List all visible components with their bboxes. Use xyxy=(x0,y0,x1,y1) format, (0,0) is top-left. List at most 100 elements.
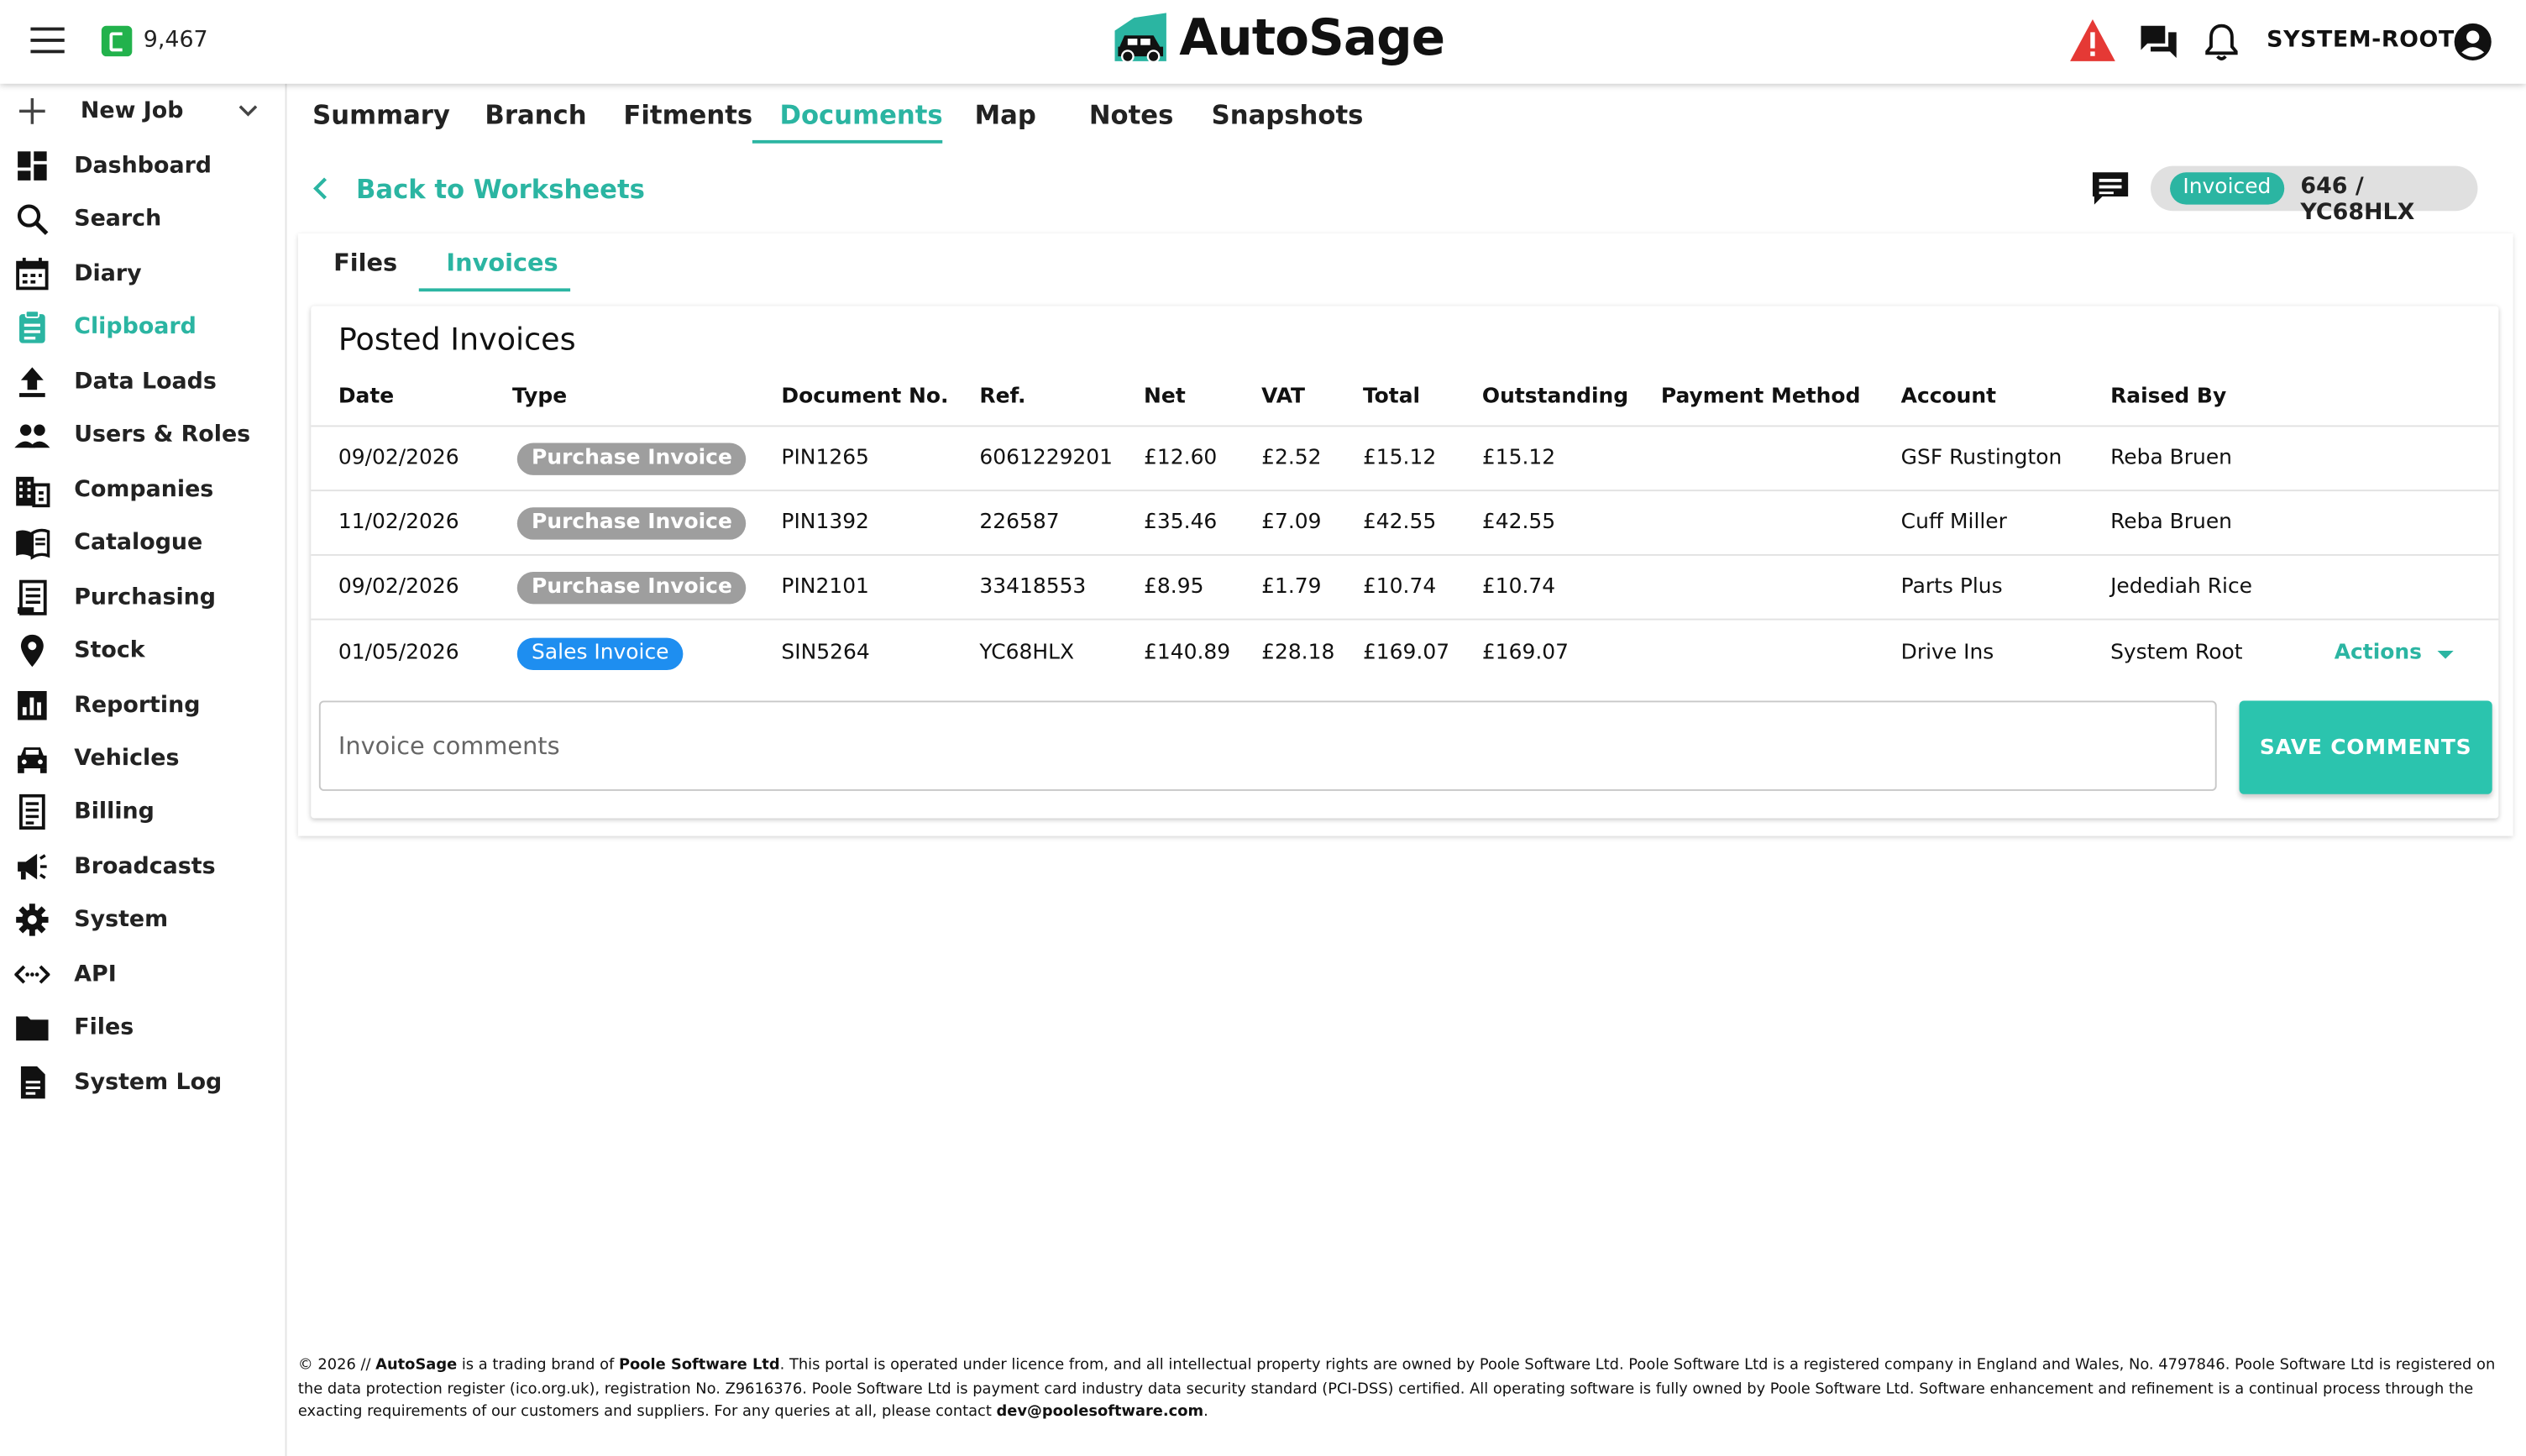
sidebar-item-purchasing[interactable]: Purchasing xyxy=(0,573,286,622)
actions-menu-button[interactable]: Actions xyxy=(2335,642,2422,666)
status-badge: Invoiced xyxy=(2170,172,2284,205)
footer-legal-text: © 2026 // AutoSage is a trading brand of… xyxy=(298,1354,2513,1425)
tab-map[interactable]: Map xyxy=(975,100,1036,130)
table-row[interactable]: 09/02/2026 Purchase Invoice PIN1265 6061… xyxy=(311,425,2499,491)
sidebar-item-users-roles[interactable]: Users & Roles xyxy=(0,411,286,459)
sidebar-item-files[interactable]: Files xyxy=(0,1003,286,1052)
cell-net: £8.95 xyxy=(1144,574,1204,600)
table-row[interactable]: 11/02/2026 Purchase Invoice PIN1392 2265… xyxy=(311,490,2499,556)
cell-date: 01/05/2026 xyxy=(338,641,459,666)
cell-vat: £1.79 xyxy=(1261,574,1322,600)
cell-ref: YC68HLX xyxy=(979,641,1075,666)
save-comments-button[interactable]: SAVE COMMENTS xyxy=(2239,700,2492,794)
brand-logo[interactable]: AutoSage xyxy=(1112,7,1445,71)
column-header-document-no: Document No. xyxy=(781,385,949,410)
user-menu-label[interactable]: SYSTEM-ROOT xyxy=(2267,28,2455,54)
sidebar-item-label: Broadcasts xyxy=(74,853,216,880)
footer-copyright: © 2026 // xyxy=(297,1356,376,1375)
sidebar-item-catalogue[interactable]: Catalogue xyxy=(0,519,286,568)
sidebar-item-label: Catalogue xyxy=(74,530,203,556)
table-row[interactable]: 01/05/2026 Sales Invoice SIN5264 YC68HLX… xyxy=(311,618,2499,687)
sidebar-item-clipboard[interactable]: Clipboard xyxy=(0,303,286,352)
sidebar-item-label: Dashboard xyxy=(74,153,212,179)
cell-account: Drive Ins xyxy=(1900,641,1994,666)
cell-date: 11/02/2026 xyxy=(338,511,459,535)
tab-documents[interactable]: Documents xyxy=(779,100,942,130)
footer-contact-email[interactable]: dev@poolesoftware.com xyxy=(997,1403,1204,1421)
new-job-button[interactable]: New Job xyxy=(0,87,286,136)
cell-outstanding: £15.12 xyxy=(1481,446,1556,471)
cell-total: £10.74 xyxy=(1362,574,1437,600)
sidebar-item-system[interactable]: System xyxy=(0,896,286,945)
column-header-raised-by: Raised By xyxy=(2110,385,2227,410)
cell-document-no: PIN1265 xyxy=(781,446,869,471)
footer-text: . xyxy=(1203,1403,1208,1422)
sidebar-item-api[interactable]: API xyxy=(0,951,286,999)
cell-total: £169.07 xyxy=(1362,641,1450,666)
sidebar-item-stock[interactable]: Stock xyxy=(0,626,286,675)
sidebar-item-data-loads[interactable]: Data Loads xyxy=(0,358,286,406)
tab-snapshots[interactable]: Snapshots xyxy=(1212,100,1364,130)
menu-icon[interactable] xyxy=(30,27,65,57)
caret-down-icon[interactable] xyxy=(2437,651,2454,659)
billing-icon xyxy=(19,793,45,830)
cell-date: 09/02/2026 xyxy=(338,446,459,471)
tab-notes[interactable]: Notes xyxy=(1089,100,1174,130)
column-header-type: Type xyxy=(512,385,568,410)
cell-net: £12.60 xyxy=(1144,446,1218,471)
sidebar-item-search[interactable]: Search xyxy=(0,195,286,244)
document-icon xyxy=(20,1066,45,1099)
new-job-label: New Job xyxy=(80,98,184,124)
subtab-invoices[interactable]: Invoices xyxy=(446,248,558,277)
cell-ref: 226587 xyxy=(979,511,1060,535)
cell-outstanding: £42.55 xyxy=(1481,511,1556,535)
sidebar-item-billing[interactable]: Billing xyxy=(0,788,286,836)
sidebar-item-label: Purchasing xyxy=(74,584,217,611)
type-badge: Purchase Invoice xyxy=(516,507,747,540)
cell-document-no: PIN2101 xyxy=(781,574,869,600)
comment-icon[interactable] xyxy=(2089,169,2131,207)
sidebar-item-label: Search xyxy=(74,206,162,233)
cell-document-no: PIN1392 xyxy=(781,511,869,535)
sidebar-item-label: Stock xyxy=(74,637,145,664)
back-to-worksheets-link[interactable]: Back to Worksheets xyxy=(311,172,645,204)
messages-icon[interactable] xyxy=(2138,21,2180,63)
active-subtab-indicator xyxy=(418,288,571,292)
active-tab-indicator xyxy=(752,139,943,144)
type-badge: Purchase Invoice xyxy=(516,572,747,605)
subtab-files[interactable]: Files xyxy=(333,248,397,277)
invoice-comments-input[interactable] xyxy=(318,700,2217,791)
users-icon xyxy=(14,424,50,448)
table-row[interactable]: 09/02/2026 Purchase Invoice PIN2101 3341… xyxy=(311,553,2499,621)
column-header-date: Date xyxy=(338,385,395,410)
cell-ref: 6061229201 xyxy=(979,446,1114,471)
sidebar-item-dashboard[interactable]: Dashboard xyxy=(0,142,286,191)
cell-vat: £7.09 xyxy=(1261,511,1322,535)
sidebar-item-reporting[interactable]: Reporting xyxy=(0,681,286,730)
notifications-bell-icon[interactable] xyxy=(2200,21,2242,63)
sidebar-item-vehicles[interactable]: Vehicles xyxy=(0,735,286,783)
alert-warning-icon[interactable] xyxy=(2068,18,2117,63)
chevron-down-icon[interactable] xyxy=(237,100,259,123)
sidebar-item-label: API xyxy=(74,961,117,987)
account-circle-icon[interactable] xyxy=(2452,21,2494,63)
sidebar-item-companies[interactable]: Companies xyxy=(0,465,286,514)
footer-company: Poole Software Ltd xyxy=(618,1356,780,1375)
cell-date: 09/02/2026 xyxy=(338,574,459,600)
sidebar: New Job Dashboard Search Diary Clipboard… xyxy=(0,83,287,1456)
tab-branch[interactable]: Branch xyxy=(485,100,586,130)
sidebar-item-broadcasts[interactable]: Broadcasts xyxy=(0,842,286,891)
megaphone-icon xyxy=(18,853,47,880)
column-header-ref: Ref. xyxy=(979,385,1026,410)
column-header-account: Account xyxy=(1900,385,1997,410)
tab-fitments[interactable]: Fitments xyxy=(623,100,752,130)
column-header-total: Total xyxy=(1362,385,1421,410)
sidebar-item-diary[interactable]: Diary xyxy=(0,249,286,298)
building-icon xyxy=(16,476,50,508)
posted-invoices-card: Posted Invoices Date Type Document No. R… xyxy=(311,306,2499,819)
cell-account: Cuff Miller xyxy=(1900,511,2007,535)
tab-summary[interactable]: Summary xyxy=(312,100,450,130)
cell-ref: 33418553 xyxy=(979,574,1087,600)
type-badge: Sales Invoice xyxy=(516,637,684,671)
sidebar-item-system-log[interactable]: System Log xyxy=(0,1058,286,1107)
